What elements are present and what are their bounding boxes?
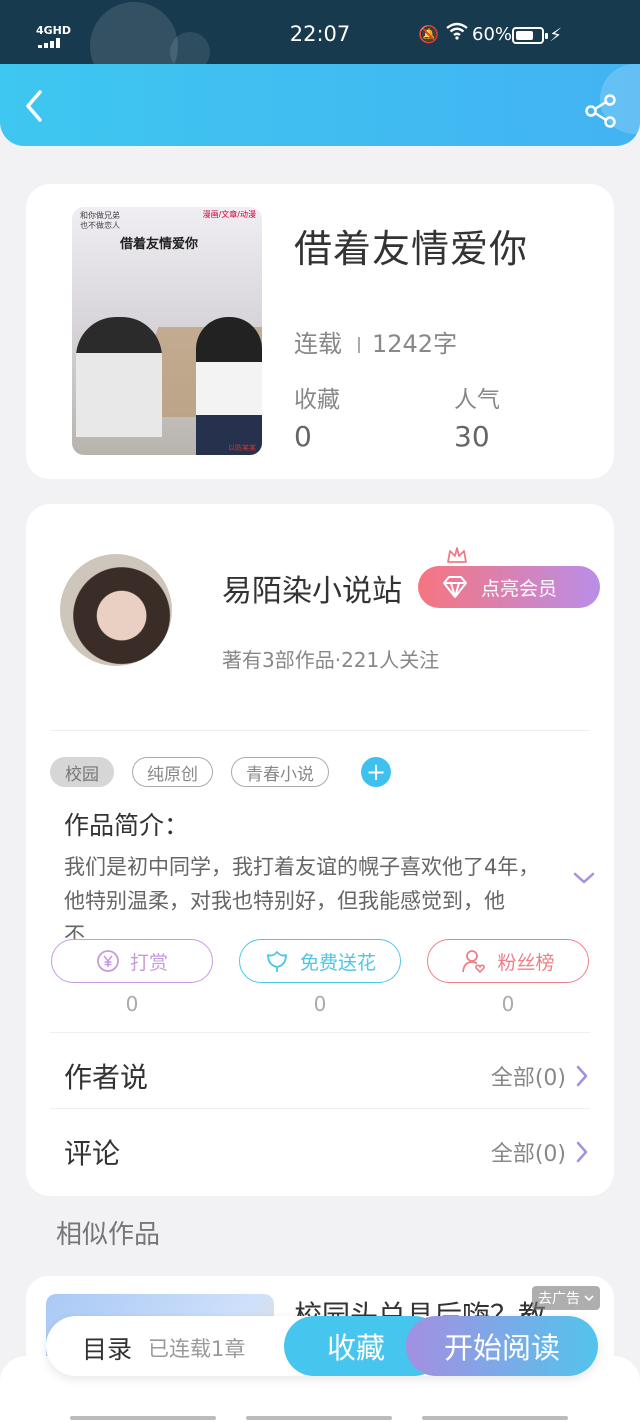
- book-status: 连载 1242字: [294, 324, 457, 359]
- send-flower-label: 免费送花: [299, 951, 376, 974]
- serial-status: 连载: [294, 330, 342, 358]
- divider: [358, 337, 360, 353]
- crown-icon: [447, 547, 467, 563]
- remove-ad-button[interactable]: 去广告: [532, 1286, 600, 1310]
- page-indicator: [70, 1416, 216, 1420]
- intro-text: 我们是初中同学，我打着友谊的幌子喜欢他了4年，他特别温柔，对我也特别好，但我能感…: [64, 855, 540, 947]
- tag-item[interactable]: 校园: [50, 757, 114, 787]
- fan-count: 0: [501, 992, 515, 1016]
- favorites-button-label: 收藏: [326, 1331, 385, 1365]
- author-says-title: 作者说: [64, 1061, 149, 1094]
- vip-label: 点亮会员: [480, 577, 557, 600]
- chevron-right-icon: [576, 1065, 588, 1087]
- author-says-all-link[interactable]: 全部(0): [491, 1060, 588, 1092]
- bottom-action-bar: 目录 已连载1章 收藏 开始阅读: [46, 1316, 598, 1376]
- favorites-label: 收藏: [294, 387, 340, 413]
- book-title: 借着友情爱你: [294, 227, 529, 271]
- yen-coin-icon: [97, 950, 119, 972]
- send-flower-button[interactable]: 免费送花: [239, 939, 401, 983]
- tag-item[interactable]: 青春小说: [231, 757, 329, 787]
- wifi-icon: [446, 22, 468, 45]
- fan-user-icon: [462, 950, 486, 974]
- page-indicator: [246, 1416, 392, 1420]
- reward-label: 打赏: [129, 951, 168, 974]
- book-cover[interactable]: 和你做兄弟 也不做恋人 漫画/文章/动漫 借着友情爱你 以防某某: [72, 207, 262, 455]
- intro-title: 作品简介：: [64, 811, 190, 840]
- cover-stamp: 以防某某: [228, 444, 256, 452]
- divider: [50, 1032, 590, 1033]
- author-detail-card: 易陌染小说站 点亮会员 著有3部作品·221人关注 校园 纯原创 青春小说 + …: [26, 504, 614, 1196]
- mute-bell-icon: 🔕: [418, 25, 440, 45]
- diamond-icon: [443, 576, 467, 598]
- cover-title: 借着友情爱你: [120, 237, 199, 252]
- cover-art-girl: [196, 317, 262, 455]
- chevron-left-icon: [26, 90, 42, 122]
- share-button[interactable]: [584, 94, 618, 128]
- page-indicator: [422, 1416, 568, 1420]
- favorites-count: 0: [294, 420, 312, 453]
- cover-publisher: 漫画/文章/动漫: [202, 210, 256, 219]
- fan-ranking-button[interactable]: 粉丝榜: [427, 939, 589, 983]
- divider: [50, 1108, 590, 1109]
- clock: 22:07: [289, 22, 351, 46]
- author-name[interactable]: 易陌染小说站: [222, 566, 402, 610]
- word-count: 1242字: [372, 330, 458, 358]
- popularity-count: 30: [454, 420, 490, 453]
- charging-icon: ⚡: [549, 25, 562, 46]
- remove-ad-label: 去广告: [538, 1291, 580, 1307]
- cover-line: 也不做恋人: [80, 221, 120, 230]
- status-bar: 4GHD 22:07 🔕 60% ⚡: [0, 0, 640, 64]
- top-header: [0, 64, 640, 146]
- reward-count: 0: [125, 992, 139, 1016]
- author-meta: 著有3部作品·221人关注: [222, 648, 440, 672]
- plus-icon: +: [365, 758, 387, 786]
- back-button[interactable]: [18, 82, 54, 126]
- add-tag-button[interactable]: +: [361, 757, 391, 787]
- author-avatar[interactable]: [60, 554, 172, 666]
- comments-all-label: 全部(0): [490, 1142, 566, 1167]
- reward-button[interactable]: 打赏: [51, 939, 213, 983]
- start-reading-label: 开始阅读: [443, 1331, 560, 1365]
- author-says-all-label: 全部(0): [490, 1066, 566, 1091]
- chevron-right-icon: [576, 1141, 588, 1163]
- vip-button[interactable]: 点亮会员: [418, 566, 600, 608]
- similar-works-title: 相似作品: [56, 1220, 161, 1250]
- share-icon: [585, 94, 616, 128]
- cover-line: 和你做兄弟: [80, 211, 120, 220]
- tag-list: 校园 纯原创 青春小说 +: [50, 757, 391, 787]
- divider: [50, 730, 590, 731]
- cover-art-boy: [76, 317, 162, 437]
- book-info-card: 和你做兄弟 也不做恋人 漫画/文章/动漫 借着友情爱你 以防某某 借着友情爱你 …: [26, 184, 614, 479]
- chevron-down-icon: [584, 1295, 594, 1302]
- chevron-down-icon[interactable]: [572, 870, 596, 886]
- fan-ranking-label: 粉丝榜: [497, 951, 555, 974]
- battery-percent: 60%: [472, 24, 513, 45]
- tag-item[interactable]: 纯原创: [132, 757, 213, 787]
- table-of-contents-button[interactable]: 目录: [82, 1330, 132, 1366]
- comments-title: 评论: [64, 1137, 121, 1170]
- flower-count: 0: [313, 992, 327, 1016]
- start-reading-button[interactable]: 开始阅读: [406, 1316, 598, 1376]
- flower-icon: [267, 951, 287, 972]
- cover-text: 和你做兄弟 也不做恋人: [80, 211, 120, 231]
- comments-all-link[interactable]: 全部(0): [491, 1136, 588, 1168]
- battery-icon: [512, 27, 548, 44]
- chapter-count: 已连载1章: [148, 1337, 246, 1361]
- popularity-label: 人气: [454, 387, 500, 413]
